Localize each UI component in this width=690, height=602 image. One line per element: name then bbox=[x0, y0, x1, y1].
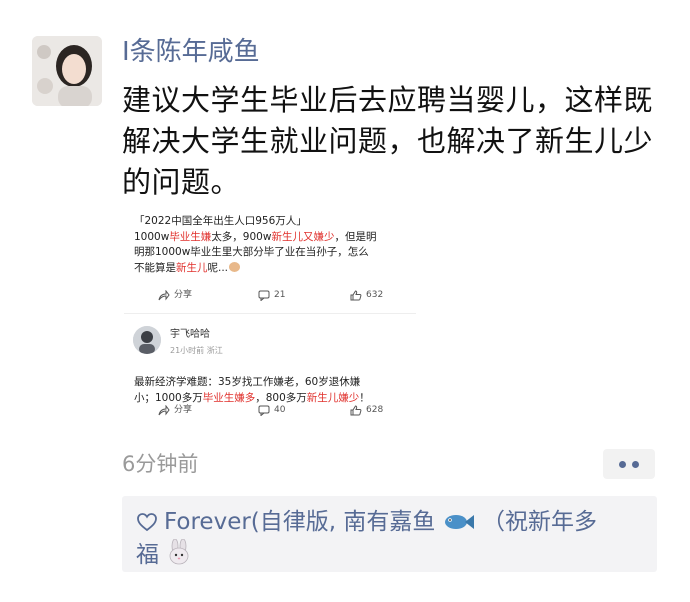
more-dots-icon bbox=[619, 460, 626, 468]
avatar[interactable] bbox=[32, 36, 102, 106]
image-comments-2: 40 bbox=[258, 403, 285, 419]
image-comments: 21 bbox=[258, 288, 285, 304]
likes-panel: Forever(自律版, 南有嘉鱼 （祝新年多 福 bbox=[122, 496, 657, 572]
emoji-icon bbox=[229, 261, 241, 272]
liker-names-3[interactable]: 福 bbox=[136, 542, 159, 568]
comment-username: 宇飞哈哈 bbox=[170, 329, 210, 340]
likes-list: Forever(自律版, 南有嘉鱼 （祝新年多 福 bbox=[136, 506, 651, 572]
post-image[interactable]: 「2022中国全年出生人口956万人」 1000w毕业生嫌太多，900w新生儿又… bbox=[124, 205, 416, 427]
post-text: 建议大学生毕业后去应聘当婴儿，这样既解决大学生就业问题，也解决了新生儿少的问题。 bbox=[122, 83, 654, 199]
liker-names[interactable]: Forever(自律版, 南有嘉鱼 bbox=[164, 509, 435, 535]
rabbit-emoji-icon bbox=[169, 539, 189, 565]
thumbs-up-icon bbox=[350, 290, 362, 301]
image-action-bar-1: 分享 21 632 bbox=[158, 288, 418, 304]
share-icon bbox=[158, 290, 170, 301]
image-share-2: 分享 bbox=[158, 403, 192, 419]
image-divider bbox=[124, 313, 416, 314]
image-likes-2: 628 bbox=[350, 403, 383, 419]
more-button[interactable] bbox=[603, 449, 655, 479]
comment-icon bbox=[258, 290, 270, 302]
more-dot-2 bbox=[632, 460, 639, 468]
thumbs-up-icon bbox=[350, 405, 362, 416]
comment-line-1: 最新经济学难题：35岁找工作嫌老，60岁退休嫌 bbox=[134, 376, 361, 388]
image-line-1: 「2022中国全年出生人口956万人」 bbox=[134, 215, 307, 227]
share-icon bbox=[158, 405, 170, 416]
comment-icon bbox=[258, 405, 270, 417]
image-line-3: 明那1000w毕业生里大部分毕了业在当孙子，怎么 bbox=[134, 246, 369, 258]
image-action-bar-2: 分享 40 628 bbox=[158, 403, 418, 419]
image-line-4: 不能算是新生儿呢... bbox=[134, 261, 414, 277]
image-share: 分享 bbox=[158, 288, 192, 304]
avatar-image bbox=[32, 36, 102, 106]
post-time: 6分钟前 bbox=[122, 452, 199, 476]
username[interactable]: I条陈年咸鱼 bbox=[122, 34, 260, 70]
heart-icon bbox=[137, 513, 157, 532]
comment-meta: 21小时前 浙江 bbox=[170, 346, 223, 355]
image-line-2: 1000w毕业生嫌太多，900w新生儿又嫌少，但是明 bbox=[134, 230, 377, 243]
comment-avatar bbox=[133, 326, 161, 354]
liker-names-2[interactable]: （祝新年多 bbox=[482, 509, 597, 535]
comment-text: 最新经济学难题：35岁找工作嫌老，60岁退休嫌 小；1000多万毕业生嫌多，80… bbox=[134, 375, 414, 406]
fish-emoji-icon bbox=[444, 515, 474, 529]
image-likes: 632 bbox=[350, 288, 383, 304]
image-post-text: 「2022中国全年出生人口956万人」 1000w毕业生嫌太多，900w新生儿又… bbox=[134, 214, 414, 276]
